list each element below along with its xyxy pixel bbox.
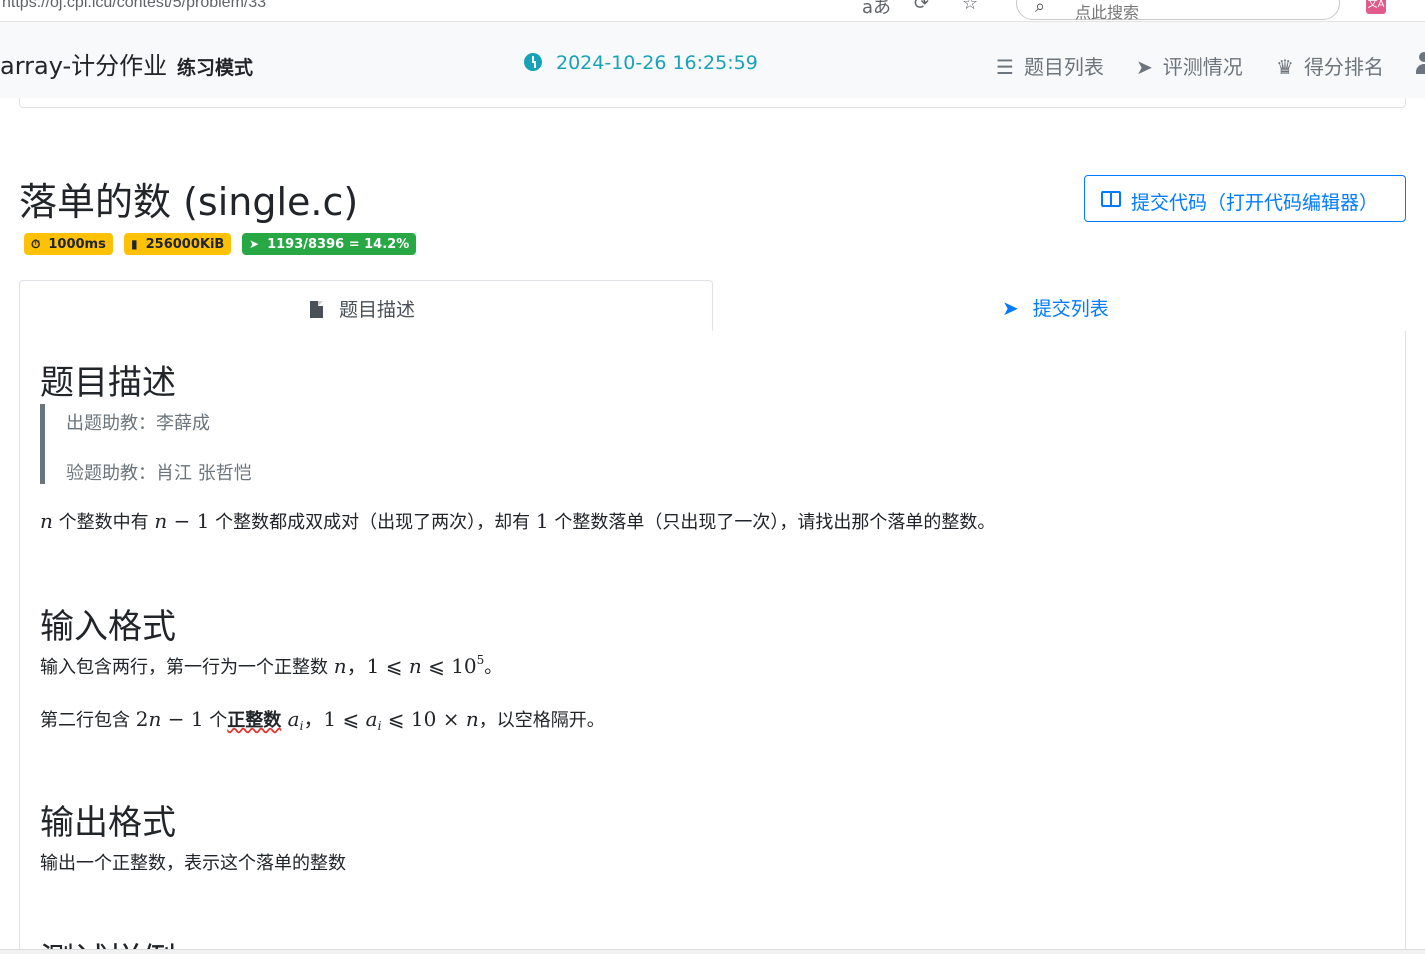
stopwatch-icon: ⏱: [31, 237, 41, 251]
trophy-icon: ♛: [1276, 55, 1294, 79]
memory-icon: ▮: [131, 237, 138, 251]
translate-icon[interactable]: 文A: [1366, 0, 1386, 14]
input-line-2-part-2: 个: [203, 710, 228, 731]
nav-ranking-label: 得分排名: [1303, 55, 1384, 79]
editor-icon: [1101, 191, 1121, 207]
address-bar[interactable]: https://oj.cpl.icu/contest/5/problem/33: [2, 0, 266, 12]
memory-limit-value: 256000KiB: [145, 237, 225, 252]
top-navbar: array-计分作业 练习模式 2024-10-26 16:25:59 ☰ 题目列…: [0, 22, 1425, 98]
output-format-heading: 输出格式: [40, 803, 176, 843]
paper-plane-icon: ➤: [1136, 55, 1153, 79]
memory-limit-badge: ▮ 256000KiB: [124, 233, 232, 255]
emphasized-positive-integer: 正整数: [227, 710, 282, 731]
input-line-1-part-2: 。: [484, 657, 503, 678]
setter-text: 出题助教：李薛成: [66, 413, 210, 434]
nav-problem-list[interactable]: ☰ 题目列表: [996, 51, 1104, 80]
statement-part-2: 个整数都成双成对（出现了两次），却有: [209, 512, 536, 533]
output-text: 输出一个正整数，表示这个落单的整数: [40, 853, 346, 874]
clock-time: 2024-10-26 16:25:59: [556, 52, 758, 74]
paper-plane-icon: ➤: [249, 237, 260, 251]
tab-description[interactable]: 题目描述: [19, 280, 713, 332]
server-clock: 2024-10-26 16:25:59: [524, 52, 758, 74]
user-icon[interactable]: [1416, 52, 1425, 74]
list-icon: ☰: [996, 55, 1014, 79]
contest-title[interactable]: array-计分作业: [0, 46, 167, 81]
problem-title: 落单的数 (single.c): [19, 180, 359, 224]
input-line-2-part-1: 第二行包含: [40, 710, 136, 731]
read-aloud-icon[interactable]: aあ: [862, 0, 891, 19]
nav-problem-list-label: 题目列表: [1023, 55, 1104, 79]
favorite-star-icon[interactable]: ☆: [962, 0, 978, 14]
search-placeholder: 点此搜索: [1075, 3, 1140, 22]
tab-submissions-label: 提交列表: [1032, 298, 1109, 320]
input-line-2-part-3: ，以空格隔开。: [478, 710, 605, 731]
acceptance-badge: ➤ 1193/8396 = 14.2%: [242, 233, 417, 255]
acceptance-value: 1193/8396 = 14.2%: [267, 237, 410, 252]
clock-icon: [524, 53, 542, 71]
browser-toolbar: https://oj.cpl.icu/contest/5/problem/33 …: [0, 0, 1425, 22]
refresh-icon[interactable]: ⟳: [914, 0, 929, 14]
input-line-1: 输入包含两行，第一行为一个正整数 n，1 ⩽ n ⩽ 105。: [40, 653, 503, 678]
nav-ranking[interactable]: ♛ 得分排名: [1276, 51, 1384, 80]
submit-code-label: 提交代码（打开代码编辑器）: [1131, 193, 1379, 214]
description-heading: 题目描述: [40, 363, 176, 403]
browser-search-box[interactable]: ⌕ 点此搜索: [1016, 0, 1340, 22]
submit-code-button[interactable]: 提交代码（打开代码编辑器）: [1084, 175, 1406, 222]
input-format-heading: 输入格式: [40, 607, 176, 647]
time-limit-badge: ⏱ 1000ms: [24, 233, 113, 255]
statement-part-3: 个整数落单（只出现了一次），请找出那个落单的整数。: [548, 512, 996, 533]
time-limit-value: 1000ms: [48, 237, 106, 252]
tab-submissions[interactable]: ➤ 提交列表: [713, 280, 1406, 332]
nav-judge-status[interactable]: ➤ 评测情况: [1136, 51, 1243, 80]
input-line-2: 第二行包含 2n − 1 个正整数 ai，1 ⩽ ai ⩽ 10 × n，以空格…: [40, 707, 605, 733]
nav-judge-status-label: 评测情况: [1162, 55, 1243, 79]
tab-description-label: 题目描述: [339, 299, 416, 321]
input-line-1-part-1: 输入包含两行，第一行为一个正整数: [40, 657, 334, 678]
paper-plane-icon: ➤: [1002, 296, 1019, 320]
tester-text: 验题助教：肖江 张哲恺: [66, 463, 252, 484]
file-icon: [310, 301, 323, 318]
search-icon: ⌕: [1035, 0, 1046, 17]
statement-paragraph: n 个整数中有 n − 1 个整数都成双成对（出现了两次），却有 1 个整数落单…: [40, 509, 996, 533]
statement-part-1: 个整数中有: [52, 512, 155, 533]
window-bottom-edge: [0, 949, 1425, 954]
mode-label: 练习模式: [177, 57, 254, 79]
staff-blockquote: 出题助教：李薛成 验题助教：肖江 张哲恺: [40, 404, 640, 484]
contest-info-card-edge: [19, 98, 1406, 108]
